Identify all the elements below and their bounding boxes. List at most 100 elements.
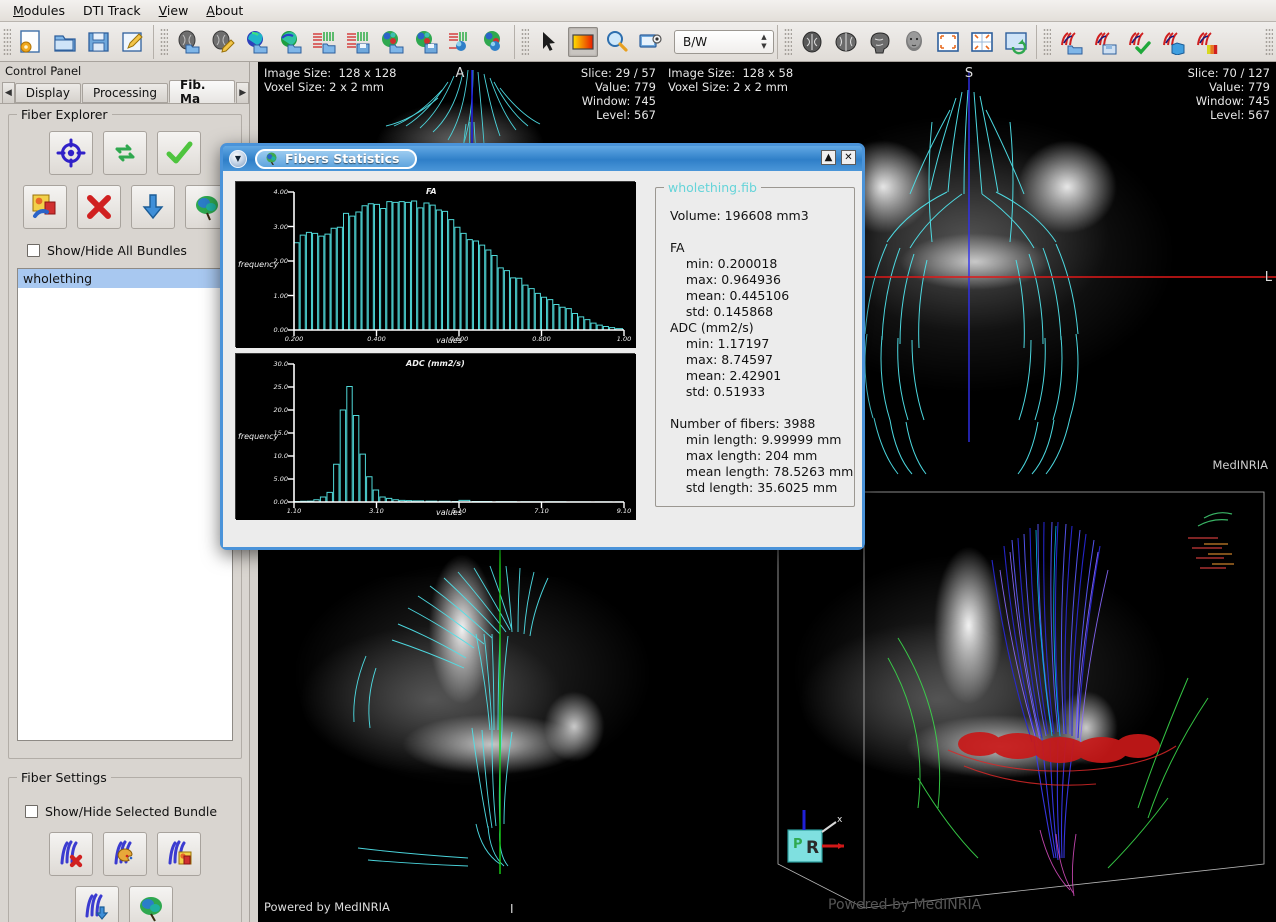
tick-label: 3.00	[273, 222, 288, 231]
minimize-icon[interactable]: ▲	[821, 150, 836, 165]
save-fibers-icon[interactable]	[1090, 27, 1120, 57]
show-hide-selected-bundle-row[interactable]: Show/Hide Selected Bundle	[25, 804, 217, 819]
validate-fibers-icon[interactable]	[1124, 27, 1154, 57]
colormap-spinner[interactable]: ▲ ▼	[757, 33, 771, 52]
dialog-title-bar[interactable]: ▼ Fibers Statistics ▲ ✕	[223, 146, 862, 171]
delete-bundle-icon[interactable]	[77, 185, 121, 229]
show-hide-all-bundles-checkbox[interactable]	[27, 244, 40, 257]
open-mesh-icon[interactable]	[377, 27, 407, 57]
fibers-render-icon[interactable]	[129, 886, 173, 922]
window-level-icon[interactable]	[568, 26, 598, 57]
tick-label: 5.00	[273, 475, 288, 483]
edit-image-icon[interactable]	[207, 27, 237, 57]
adc-histogram-chart[interactable]: ADC (mm2/s) frequency values 0.00 5.00 10.…	[235, 353, 636, 520]
close-icon[interactable]: ✕	[841, 150, 856, 165]
new-document-icon[interactable]	[16, 27, 46, 57]
toolbar-grip-interaction[interactable]	[521, 27, 529, 56]
tick-label: 0.200	[284, 335, 304, 343]
bundle-list[interactable]: wholething	[17, 268, 233, 741]
tick-label: 7.10	[534, 507, 549, 515]
fiber-settings-legend: Fiber Settings	[17, 770, 111, 785]
bundle-statistics-icon[interactable]	[23, 185, 67, 229]
save-bundle-icon[interactable]	[131, 185, 175, 229]
fibers-properties-icon[interactable]	[157, 832, 201, 876]
toolbar-grip-file[interactable]	[3, 27, 11, 56]
save-fibers-bundle-icon[interactable]	[75, 886, 119, 922]
menu-item-view[interactable]: View	[150, 1, 198, 20]
settings-data-icon[interactable]	[479, 27, 509, 57]
dialog-title-text: Fibers Statistics	[285, 151, 400, 166]
menu-item-modules[interactable]: Modules	[4, 1, 74, 20]
colormap-value: B/W	[683, 34, 708, 49]
chevron-down-icon[interactable]: ▼	[229, 149, 247, 168]
tick-label: 4.00	[273, 188, 288, 196]
tick-label: 0.00	[273, 498, 288, 506]
open-sequence-icon[interactable]	[309, 27, 339, 57]
statistics-text: Volume: 196608 mm3 FA min: 0.200018 max:…	[670, 208, 854, 495]
axial-orientation-anterior: A	[455, 66, 465, 81]
toolbar-grip-fibers[interactable]	[1043, 27, 1051, 56]
dialog-body: FA frequency values 0.00 1.00 2.00 3.00 4.00…	[223, 171, 862, 547]
fibers-color-icon[interactable]	[1192, 27, 1222, 57]
coronal-orientation-superior: S	[964, 66, 974, 81]
menu-item-about[interactable]: About	[197, 1, 252, 20]
toolbar-separator-4	[1036, 24, 1037, 59]
reset-view-icon[interactable]	[1001, 27, 1031, 57]
open-folder-icon[interactable]	[50, 27, 80, 57]
fibers-bundle-icon	[266, 152, 277, 165]
fibers-palette-icon[interactable]	[103, 832, 147, 876]
open-tensor-icon[interactable]	[241, 27, 271, 57]
quad-layout-icon[interactable]	[967, 27, 997, 57]
validate-check-icon[interactable]	[157, 131, 201, 175]
orientation-gizmo[interactable]: P R x	[780, 808, 860, 878]
list-item[interactable]: wholething	[18, 269, 232, 288]
show-hide-selected-bundle-checkbox[interactable]	[25, 805, 38, 818]
save-sequence-icon[interactable]	[343, 27, 373, 57]
tick-label: 1.00	[273, 291, 288, 300]
fiber-settings-group: Fiber Settings Show/Hide Selected Bundle	[8, 770, 242, 922]
tabs-next-arrow[interactable]: ▶	[236, 82, 250, 103]
single-layout-icon[interactable]	[933, 27, 963, 57]
pointer-arrow-icon[interactable]	[534, 27, 564, 57]
target-roi-icon[interactable]	[49, 131, 93, 175]
menu-item-dti-track[interactable]: DTI Track	[74, 1, 150, 20]
edit-pencil-icon[interactable]	[118, 27, 148, 57]
delete-fibers-icon[interactable]	[49, 832, 93, 876]
dialog-title-tab[interactable]: Fibers Statistics	[255, 148, 418, 169]
fibers-statistics-dialog[interactable]: ▼ Fibers Statistics ▲ ✕ FA frequency val…	[220, 143, 865, 550]
tab-fiber-management[interactable]: Fib. Ma	[169, 78, 236, 106]
tick-label: 5.10	[451, 507, 467, 515]
tab-display[interactable]: Display	[14, 83, 81, 103]
save-tensor-icon[interactable]	[275, 27, 305, 57]
colormap-select[interactable]: B/W ▲ ▼	[674, 29, 774, 54]
refresh-bundles-icon[interactable]	[103, 131, 147, 175]
fa-histogram-chart[interactable]: FA frequency values 0.00 1.00 2.00 3.00 4.00…	[235, 181, 636, 348]
control-panel-tabs: ◀ Display Processing Fib. Ma ▶	[0, 78, 250, 106]
svg-text:P: P	[793, 837, 803, 852]
toolbar-grip-end[interactable]	[1265, 27, 1273, 56]
show-hide-all-bundles-row[interactable]: Show/Hide All Bundles	[27, 243, 187, 258]
toolbar-grip-image[interactable]	[160, 27, 168, 56]
show-hide-all-bundles-label: Show/Hide All Bundles	[47, 243, 187, 258]
tab-processing[interactable]: Processing	[81, 83, 169, 103]
open-image-icon[interactable]	[173, 27, 203, 57]
screenshot-icon[interactable]	[636, 27, 666, 57]
coronal-view-icon[interactable]	[831, 27, 861, 57]
tick-label: 0.800	[532, 335, 551, 343]
volume-render-icon[interactable]	[899, 27, 929, 57]
tick-label: 30.0	[273, 360, 288, 368]
tick-label: 15.0	[273, 429, 288, 437]
save-mesh-icon[interactable]	[411, 27, 441, 57]
fiber-statistics-panel: wholething.fib Volume: 196608 mm3 FA min…	[655, 180, 855, 507]
axial-view-icon[interactable]	[797, 27, 827, 57]
open-fibers-icon[interactable]	[1056, 27, 1086, 57]
main-toolbar: B/W ▲ ▼	[0, 22, 1276, 62]
fibers-volume-icon[interactable]	[1158, 27, 1188, 57]
toolbar-grip-view[interactable]	[784, 27, 792, 56]
zoom-magnifier-icon[interactable]	[602, 27, 632, 57]
axial-slice-info: Slice: 29 / 57 Value: 779 Window: 745 Le…	[580, 66, 656, 122]
sagittal-view-icon[interactable]	[865, 27, 895, 57]
save-floppy-icon[interactable]	[84, 27, 114, 57]
tabs-prev-arrow[interactable]: ◀	[2, 82, 15, 103]
import-data-icon[interactable]	[445, 27, 475, 57]
